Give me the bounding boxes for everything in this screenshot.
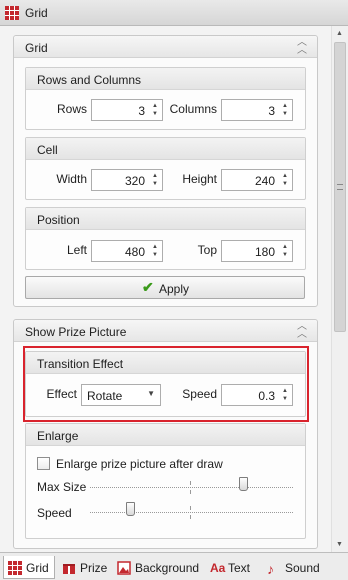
grid-panel-title: Grid (25, 41, 48, 55)
enlarge-speed-slider-thumb[interactable] (125, 502, 135, 516)
music-note-icon: ♪ (267, 561, 274, 577)
rows-spinner[interactable]: 3 ▲ ▼ (91, 99, 163, 121)
enlarge-title: Enlarge (37, 429, 79, 443)
tab-label: Prize (80, 561, 108, 575)
tab-prize[interactable]: Prize (58, 556, 110, 579)
collapse-icon[interactable]: ︿ ︿ (297, 38, 307, 56)
apply-label: Apply (159, 282, 190, 296)
spin-down-icon[interactable]: ▼ (280, 180, 290, 188)
apply-button[interactable]: ✔ Apply (25, 276, 305, 299)
width-label: Width (56, 172, 87, 186)
height-value: 240 (254, 174, 275, 188)
rows-columns-title: Rows and Columns (37, 73, 142, 87)
collapse-icon[interactable]: ︿ ︿ (297, 322, 307, 340)
prize-picture-header[interactable]: Show Prize Picture ︿ ︿ (14, 320, 317, 342)
top-label: Top (197, 243, 217, 257)
max-size-track (90, 487, 293, 488)
top-value: 180 (254, 245, 275, 259)
spin-down-icon[interactable]: ▼ (280, 251, 290, 259)
left-value: 480 (124, 245, 145, 259)
spin-up-icon[interactable]: ▲ (280, 243, 290, 251)
rows-columns-header: Rows and Columns (26, 68, 305, 90)
spin-down-icon[interactable]: ▼ (150, 251, 160, 259)
tab-label: Text (228, 561, 251, 575)
slider-tick (190, 506, 191, 510)
spin-up-icon[interactable]: ▲ (280, 102, 290, 110)
left-label: Left (66, 243, 87, 257)
enlarge-header: Enlarge (26, 424, 305, 446)
columns-spinner[interactable]: 3 ▲ ▼ (221, 99, 293, 121)
spin-down-icon[interactable]: ▼ (150, 110, 160, 118)
picture-icon (117, 561, 131, 575)
columns-label: Columns (169, 102, 217, 116)
columns-value: 3 (268, 104, 275, 118)
vertical-scrollbar[interactable]: ▲ ▼ (331, 26, 348, 552)
prize-picture-title: Show Prize Picture (25, 325, 127, 339)
grid-icon (8, 561, 22, 575)
spin-up-icon[interactable]: ▲ (150, 172, 160, 180)
tab-text[interactable]: Aa Text (206, 556, 261, 579)
scroll-down-icon[interactable]: ▼ (336, 541, 343, 548)
enlarge-speed-label: Speed (37, 506, 72, 520)
cell-header: Cell (26, 138, 305, 160)
spin-up-icon[interactable]: ▲ (150, 102, 160, 110)
width-value: 320 (124, 174, 145, 188)
spin-down-icon[interactable]: ▼ (150, 180, 160, 188)
rows-label: Rows (56, 102, 87, 116)
transition-highlight-box (23, 346, 309, 422)
grip-icon (337, 184, 343, 190)
tab-sound[interactable]: ♪ Sound (263, 556, 323, 579)
slider-tick (190, 490, 191, 494)
checkmark-icon: ✔ (142, 279, 154, 295)
enlarge-speed-track (90, 512, 293, 513)
spin-up-icon[interactable]: ▲ (280, 172, 290, 180)
spin-up-icon[interactable]: ▲ (150, 243, 160, 251)
top-spinner[interactable]: 180 ▲ ▼ (221, 240, 293, 262)
gift-icon (63, 564, 75, 574)
grid-icon (5, 6, 19, 20)
spin-down-icon[interactable]: ▼ (280, 110, 290, 118)
slider-tick (190, 515, 191, 519)
height-spinner[interactable]: 240 ▲ ▼ (221, 169, 293, 191)
enlarge-checkbox[interactable] (37, 457, 50, 470)
scrollbar-thumb[interactable] (334, 42, 346, 332)
tab-background[interactable]: Background (113, 556, 203, 579)
position-header: Position (26, 208, 305, 230)
rows-value: 3 (138, 104, 145, 118)
grid-panel-header[interactable]: Grid ︿ ︿ (14, 36, 317, 58)
scroll-up-icon[interactable]: ▲ (336, 30, 343, 37)
enlarge-checkbox-label: Enlarge prize picture after draw (56, 457, 223, 471)
width-spinner[interactable]: 320 ▲ ▼ (91, 169, 163, 191)
max-size-slider-thumb[interactable] (239, 477, 249, 491)
slider-tick (190, 481, 191, 485)
tab-label: Background (135, 561, 200, 575)
tab-label: Grid (26, 561, 49, 575)
window-title: Grid (25, 6, 48, 20)
position-title: Position (37, 213, 80, 227)
text-icon: Aa (210, 561, 226, 575)
left-spinner[interactable]: 480 ▲ ▼ (91, 240, 163, 262)
bottom-tab-bar: Grid Prize Background Aa Text ♪ Sound (0, 552, 348, 580)
title-bar: Grid (0, 0, 348, 26)
max-size-label: Max Size (37, 480, 87, 494)
height-label: Height (182, 172, 217, 186)
tab-grid[interactable]: Grid (3, 556, 55, 579)
tab-label: Sound (285, 561, 320, 575)
cell-title: Cell (37, 143, 58, 157)
